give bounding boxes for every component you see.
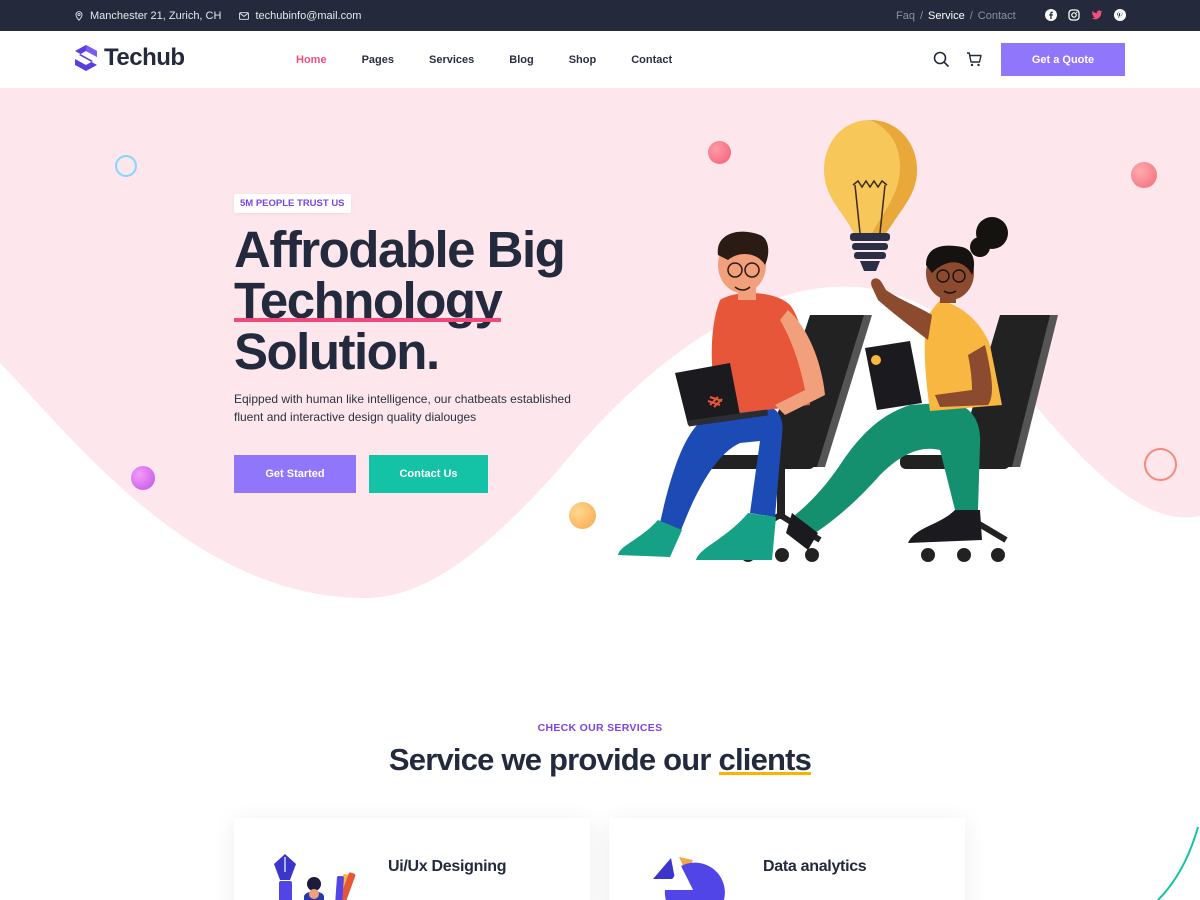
logo[interactable]: Techub xyxy=(74,44,185,72)
nav-item-pages[interactable]: Pages xyxy=(362,54,394,66)
separator: / xyxy=(969,9,973,22)
mail-icon xyxy=(239,11,250,20)
logo-text: Techub xyxy=(104,44,185,71)
hero-title-line-3: Solution. xyxy=(234,323,440,380)
facebook-icon[interactable] xyxy=(1045,9,1057,21)
services-title-prefix: Service we provide our xyxy=(388,742,719,777)
decorative-arc xyxy=(1157,826,1199,900)
top-links: Faq / Service / Contact xyxy=(896,0,1016,31)
services-title: Service we provide our clients xyxy=(0,742,1200,778)
service-card-title: Data analytics xyxy=(763,858,867,875)
top-link-service[interactable]: Service xyxy=(928,10,965,22)
services-title-highlight: clients xyxy=(718,742,812,777)
services-kicker: CHECK OUR SERVICES xyxy=(537,722,663,734)
top-link-faq[interactable]: Faq xyxy=(896,10,915,22)
service-card-data-analytics[interactable]: Data analytics xyxy=(609,818,965,900)
nav-item-shop[interactable]: Shop xyxy=(569,54,597,66)
address-text: Manchester 21, Zurich, CH xyxy=(90,9,222,22)
main-header: Techub Home Pages Services Blog Shop Con… xyxy=(0,31,1200,88)
search-icon[interactable] xyxy=(933,51,949,67)
separator: / xyxy=(919,9,924,22)
decorative-dot xyxy=(131,466,155,490)
contact-us-button[interactable]: Contact Us xyxy=(369,455,488,493)
pen-tool-icon xyxy=(274,854,356,900)
logo-icon xyxy=(75,45,97,71)
trust-badge: 5M PEOPLE TRUST US xyxy=(234,194,351,213)
email-item[interactable]: techubinfo@mail.com xyxy=(239,10,361,22)
main-nav: Home Pages Services Blog Shop Contact xyxy=(296,31,672,88)
nav-item-home[interactable]: Home xyxy=(296,54,327,66)
nav-item-contact[interactable]: Contact xyxy=(631,54,672,66)
contact-info: Manchester 21, Zurich, CH techubinfo@mai… xyxy=(74,0,361,31)
location-pin-icon xyxy=(75,10,83,21)
service-card-uiux[interactable]: Ui/Ux Designing xyxy=(234,818,590,900)
cart-icon[interactable] xyxy=(966,51,982,67)
instagram-icon[interactable] xyxy=(1068,9,1080,21)
get-quote-button[interactable]: Get a Quote xyxy=(1001,43,1125,76)
email-text[interactable]: techubinfo@mail.com xyxy=(255,10,361,22)
get-started-button[interactable]: Get Started xyxy=(234,455,356,493)
hero-illustration xyxy=(618,120,1058,562)
decorative-ring xyxy=(1144,448,1177,481)
hero-title-line-1: Affrodable Big xyxy=(234,221,566,278)
nav-item-blog[interactable]: Blog xyxy=(509,54,533,66)
pinterest-icon[interactable] xyxy=(1114,9,1126,21)
social-links xyxy=(1045,9,1126,21)
top-bar: Manchester 21, Zurich, CH techubinfo@mai… xyxy=(0,0,1200,31)
decorative-dot xyxy=(569,502,596,529)
address-item: Manchester 21, Zurich, CH xyxy=(74,10,221,22)
top-link-contact[interactable]: Contact xyxy=(978,10,1016,22)
man-figure xyxy=(618,231,825,560)
nav-item-services[interactable]: Services xyxy=(429,54,474,66)
pie-chart-icon xyxy=(653,857,725,900)
hero-title: Affrodable Big Technology Solution. xyxy=(234,224,654,377)
decorative-dot xyxy=(1131,162,1157,188)
twitter-icon[interactable] xyxy=(1091,9,1103,21)
decorative-ring xyxy=(115,155,137,177)
hero-description: Eqipped with human like intelligence, ou… xyxy=(234,392,571,424)
hero-title-line-2: Technology xyxy=(234,272,503,329)
service-card-title: Ui/Ux Designing xyxy=(388,858,507,875)
lightbulb-icon xyxy=(824,120,917,271)
